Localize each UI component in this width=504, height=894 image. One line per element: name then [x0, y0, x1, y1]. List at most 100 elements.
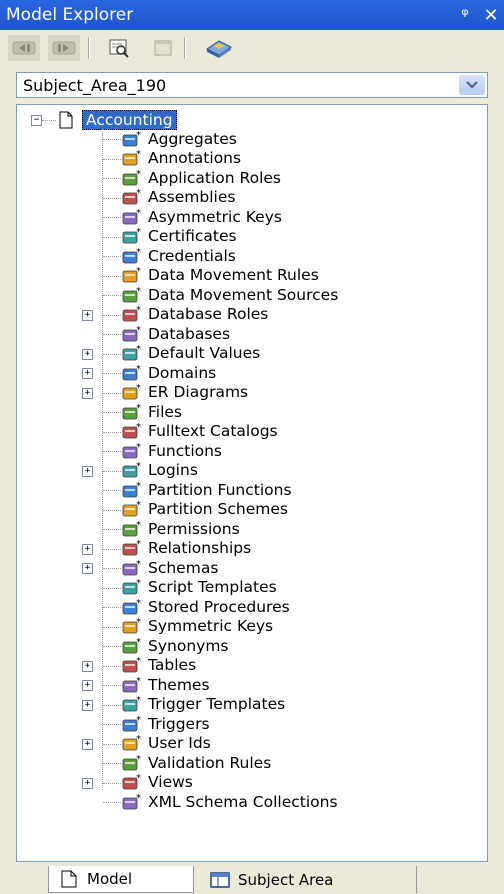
tab-subject-area[interactable]: Subject Area [200, 866, 417, 893]
tree-item[interactable]: * Annotations [121, 149, 241, 168]
tree-item[interactable]: * Themes [121, 675, 210, 694]
tree-item[interactable]: * Data Movement Sources [121, 285, 338, 304]
tree-connector [102, 129, 103, 790]
tree-item-label: Relationships [148, 539, 252, 557]
tree-item[interactable]: * Views [121, 773, 193, 792]
find-icon[interactable] [106, 35, 132, 61]
tree-item-label: Stored Procedures [148, 597, 290, 616]
expand-icon[interactable]: + [82, 563, 93, 574]
toolbar-separator [88, 37, 90, 59]
tree-item[interactable]: * Partition Schemes [121, 500, 288, 519]
er-diagram-icon: * [121, 383, 143, 401]
tree-connector [103, 568, 121, 569]
svg-text:*: * [136, 344, 141, 355]
tree-item-label: Trigger Templates [148, 695, 286, 713]
tree-item[interactable]: * Tables [121, 656, 196, 675]
tree-item-label: Application Roles [148, 168, 282, 187]
tree-connector [103, 197, 121, 199]
tree-item-label: ER Diagrams [148, 383, 249, 401]
expand-icon[interactable]: + [82, 699, 93, 711]
tree-item[interactable]: * Stored Procedures [121, 597, 290, 616]
tree-item-label: Synonyms [148, 636, 229, 655]
function-icon: * [121, 442, 143, 460]
expand-icon[interactable]: + [82, 680, 93, 691]
expand-icon[interactable]: + [82, 368, 93, 379]
symmetric-key-icon: * [121, 617, 143, 635]
tree-item[interactable]: * Data Movement Rules [121, 266, 319, 285]
tree-item[interactable]: * Files [121, 402, 182, 421]
expand-icon[interactable]: + [82, 387, 93, 399]
tree-item-label: Files [148, 402, 183, 421]
tree-item[interactable]: * Domains [121, 363, 216, 382]
close-icon[interactable]: ✕ [478, 5, 504, 26]
tab-model[interactable]: Model [48, 866, 194, 893]
tree-item[interactable]: * Databases [121, 324, 230, 343]
tree-item-label: Triggers [148, 714, 210, 733]
tree-connector [103, 743, 121, 745]
annotation-icon: * [121, 149, 143, 167]
tree-item[interactable]: * Logins [121, 461, 198, 480]
tree-item[interactable]: * Application Roles [121, 168, 281, 187]
data-movement-rule-icon: * [121, 266, 143, 284]
tree-item[interactable]: * Aggregates [121, 129, 237, 148]
tree-item[interactable]: * Fulltext Catalogs [121, 422, 278, 441]
tree-item[interactable]: * Symmetric Keys [121, 617, 273, 636]
expand-icon[interactable]: + [82, 543, 93, 555]
tree-item[interactable]: * ER Diagrams [121, 383, 248, 402]
tree-item[interactable]: * User Ids [121, 734, 211, 753]
expand-icon[interactable]: + [82, 348, 93, 360]
tree-item-label: Database Roles [148, 305, 269, 323]
tree-item[interactable]: * Certificates [121, 227, 237, 246]
svg-text:*: * [136, 383, 141, 394]
expand-icon[interactable]: + [82, 309, 93, 321]
default-value-icon: * [121, 344, 143, 362]
tree-item-label: Credentials [148, 246, 236, 265]
pin-icon[interactable]: ᵠ [452, 5, 478, 26]
tree-item[interactable]: * Database Roles [121, 305, 268, 324]
login-icon: * [121, 461, 143, 479]
expand-icon[interactable]: + [82, 465, 93, 477]
partition-function-icon: * [121, 481, 143, 499]
tree-item[interactable]: * Synonyms [121, 636, 229, 655]
tree-item-label: Partition Functions [148, 480, 292, 499]
tree-connector [103, 431, 121, 433]
tree-item[interactable]: * Permissions [121, 519, 240, 538]
tree-item[interactable]: * Relationships [121, 539, 251, 558]
tree-item-label: Aggregates [148, 129, 237, 148]
tree-item[interactable]: * Triggers [121, 714, 210, 733]
eraser-icon[interactable] [202, 35, 236, 61]
tree-item-label: Domains [148, 363, 217, 382]
tree-item[interactable]: * Assemblies [121, 188, 235, 207]
subject-area-select[interactable]: Subject_Area_190 [16, 72, 488, 98]
collapse-icon[interactable]: − [31, 115, 42, 126]
tree-item[interactable]: * Schemas [121, 558, 218, 577]
tree-item[interactable]: * Partition Functions [121, 480, 292, 499]
expand-icon[interactable]: + [82, 660, 93, 672]
tree-connector [103, 782, 121, 784]
tree-item[interactable]: * Functions [121, 441, 222, 460]
tree-item-label: Symmetric Keys [148, 617, 274, 635]
tree-item[interactable]: * Trigger Templates [121, 695, 285, 714]
expand-icon[interactable]: + [82, 777, 93, 789]
svg-text:*: * [136, 617, 141, 628]
tree-root[interactable]: Accounting [55, 109, 177, 130]
expand-icon[interactable]: + [82, 738, 93, 750]
tree-item[interactable]: * Default Values [121, 344, 260, 363]
tree-item[interactable]: * Script Templates [121, 578, 277, 597]
tree-item-label: Functions [148, 441, 223, 460]
tree-item[interactable]: * Credentials [121, 246, 236, 265]
tree-item[interactable]: * Validation Rules [121, 753, 271, 772]
chevron-down-icon[interactable] [459, 75, 485, 95]
application-role-icon: * [121, 169, 143, 187]
tree-item-label: Views [148, 773, 193, 791]
tree-item[interactable]: * XML Schema Collections [121, 792, 338, 811]
back-icon[interactable] [8, 35, 40, 61]
model-icon [61, 870, 77, 888]
tree-connector [103, 451, 121, 452]
domain-icon: * [121, 364, 143, 382]
tree-item[interactable]: * Asymmetric Keys [121, 207, 282, 226]
forward-icon[interactable] [48, 35, 80, 61]
properties-icon[interactable] [150, 35, 176, 61]
svg-text:*: * [136, 481, 141, 492]
tree-item-label: Default Values [148, 344, 261, 362]
